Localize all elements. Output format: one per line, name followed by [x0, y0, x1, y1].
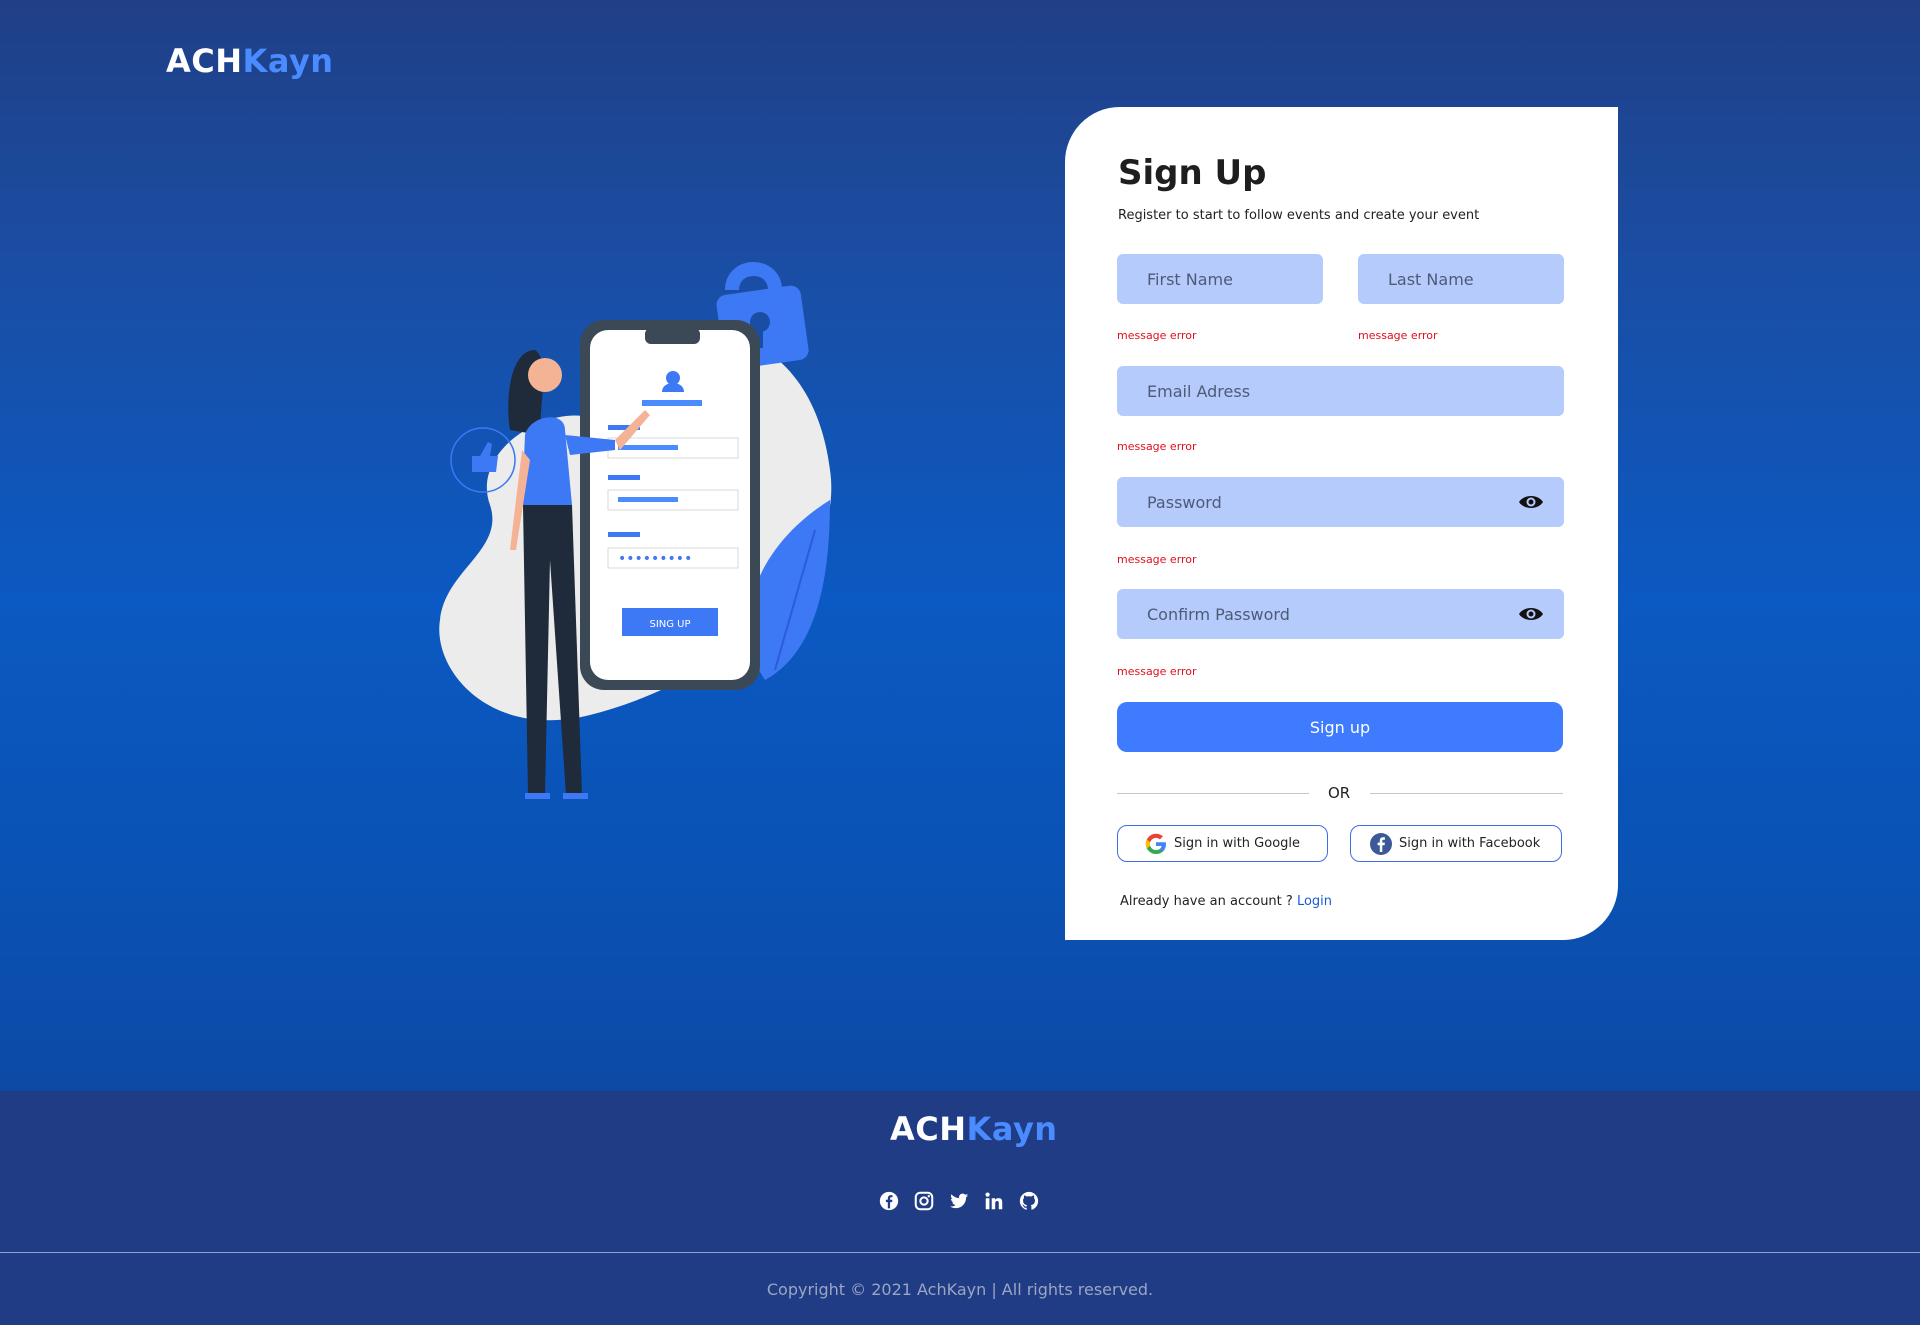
linkedin-icon[interactable]	[983, 1190, 1005, 1212]
confirm-password-placeholder: Confirm Password	[1147, 604, 1290, 624]
email-error: message error	[1117, 440, 1197, 453]
confirm-password-input[interactable]: Confirm Password	[1117, 589, 1564, 639]
brand-logo-part1: ACH	[166, 42, 243, 80]
eye-icon[interactable]	[1518, 605, 1544, 623]
password-input[interactable]: Password	[1117, 477, 1564, 527]
last-name-input[interactable]: Last Name	[1358, 254, 1564, 304]
email-input[interactable]: Email Adress	[1117, 366, 1564, 416]
hero-section	[0, 0, 1920, 1091]
first-name-placeholder: First Name	[1147, 269, 1233, 289]
instagram-icon[interactable]	[913, 1190, 935, 1212]
facebook-signin-button[interactable]: Sign in with Facebook	[1350, 825, 1562, 862]
footer-logo-part1: ACH	[890, 1110, 967, 1148]
google-icon	[1145, 833, 1166, 854]
phone-button-label: SING UP	[649, 619, 690, 630]
divider-right	[1370, 793, 1563, 794]
page-subtitle: Register to start to follow events and c…	[1118, 208, 1480, 223]
svg-text:•••••••••: •••••••••	[618, 551, 692, 567]
footer-logo-part2: Kayn	[966, 1110, 1058, 1148]
signup-card: Sign Up Register to start to follow even…	[1065, 107, 1618, 940]
facebook-signin-label: Sign in with Facebook	[1399, 836, 1541, 851]
last-name-error: message error	[1358, 329, 1438, 342]
first-name-error: message error	[1117, 329, 1197, 342]
facebook-icon[interactable]	[878, 1190, 900, 1212]
footer-social-links	[878, 1190, 1040, 1212]
footer-divider	[0, 1252, 1920, 1253]
already-account-label: Already have an account ?	[1120, 894, 1293, 909]
page-title: Sign Up	[1118, 153, 1267, 193]
or-label: OR	[1328, 784, 1351, 802]
email-placeholder: Email Adress	[1147, 381, 1251, 401]
confirm-password-error: message error	[1117, 665, 1197, 678]
divider-left	[1117, 793, 1309, 794]
google-signin-label: Sign in with Google	[1174, 836, 1301, 851]
eye-icon[interactable]	[1518, 493, 1544, 511]
twitter-icon[interactable]	[948, 1190, 970, 1212]
github-icon[interactable]	[1018, 1190, 1040, 1212]
brand-logo[interactable]: ACHKayn	[166, 42, 334, 80]
login-link[interactable]: Login	[1297, 894, 1332, 909]
copyright-text: Copyright © 2021 AchKayn | All rights re…	[766, 1280, 1154, 1299]
signup-button[interactable]: Sign up	[1117, 702, 1563, 752]
phone-mockup: ••••••••• SING UP	[580, 320, 760, 690]
brand-logo-part2: Kayn	[242, 42, 334, 80]
already-account-text: Already have an account ? Login	[1120, 894, 1332, 909]
signup-illustration: ••••••••• SING UP	[439, 262, 832, 799]
google-signin-button[interactable]: Sign in with Google	[1117, 825, 1328, 862]
last-name-placeholder: Last Name	[1388, 269, 1474, 289]
password-placeholder: Password	[1147, 492, 1222, 512]
footer-logo[interactable]: ACHKayn	[890, 1110, 1058, 1148]
first-name-input[interactable]: First Name	[1117, 254, 1323, 304]
password-error: message error	[1117, 553, 1197, 566]
facebook-icon	[1370, 832, 1392, 855]
